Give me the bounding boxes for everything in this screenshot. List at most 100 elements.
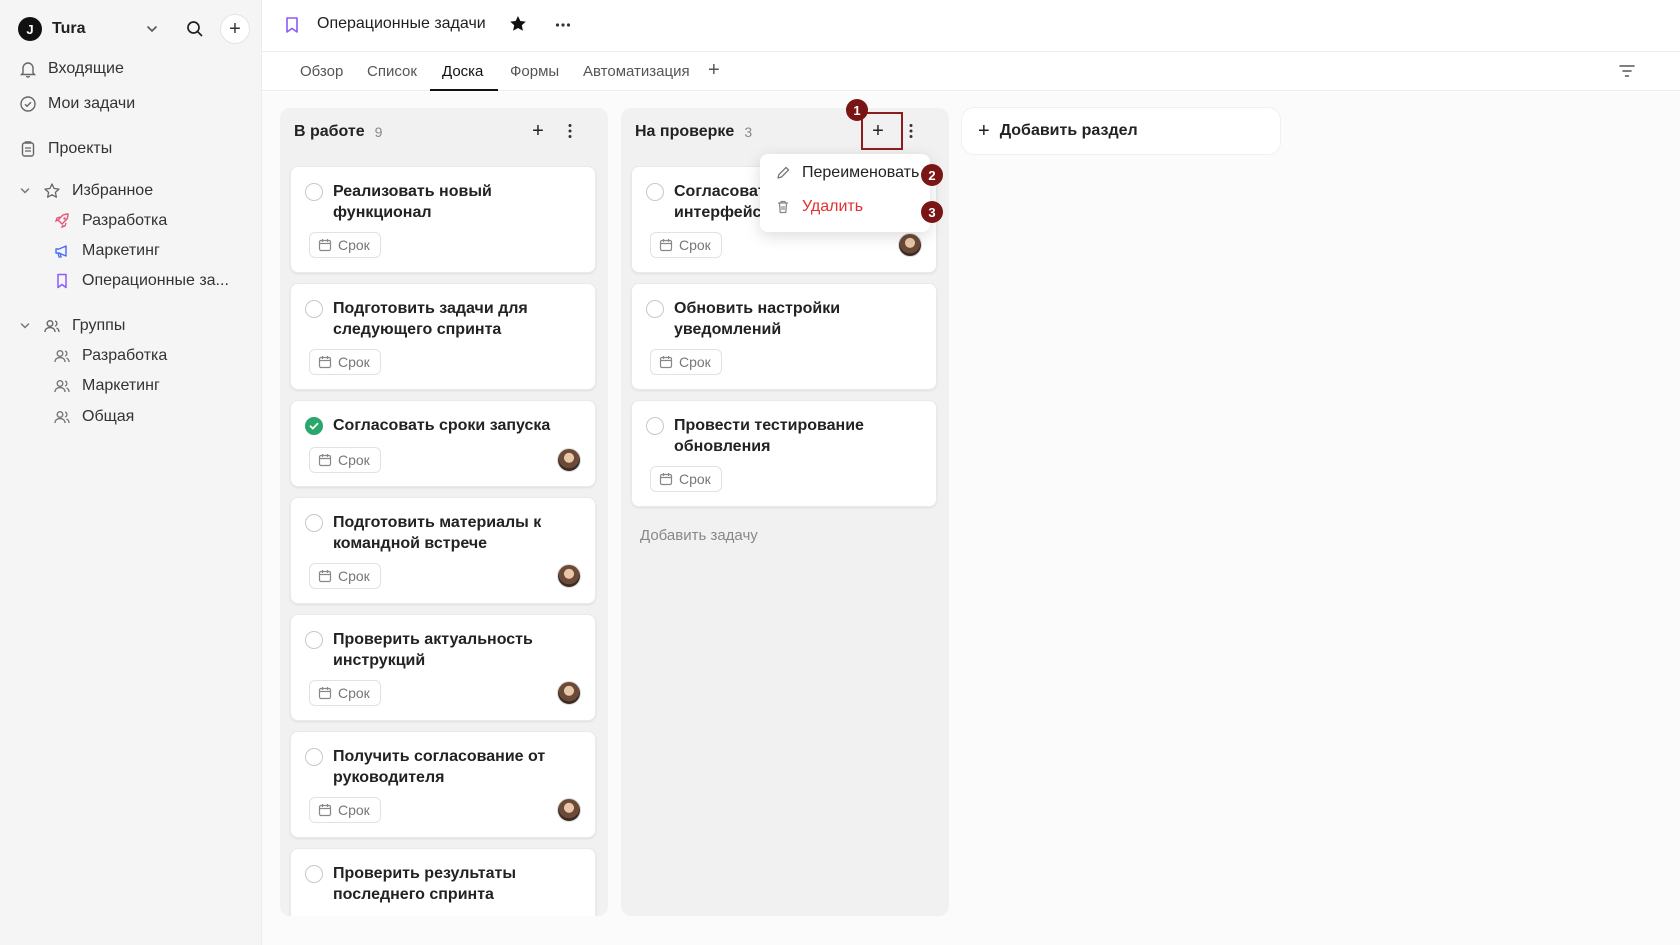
- task-checkbox-checked[interactable]: [305, 417, 323, 435]
- due-date-button[interactable]: Срок: [309, 680, 381, 706]
- add-tab-button[interactable]: +: [708, 59, 720, 82]
- add-section-button[interactable]: + Добавить раздел: [962, 108, 1280, 154]
- task-card[interactable]: Обновить настройки уведомлений Срок: [631, 283, 937, 390]
- due-date-button[interactable]: Срок: [650, 466, 722, 492]
- task-checkbox[interactable]: [646, 300, 664, 318]
- favorites-section-toggle[interactable]: Избранное: [18, 177, 153, 205]
- delete-menu-item[interactable]: Удалить: [774, 198, 863, 216]
- task-checkbox[interactable]: [646, 417, 664, 435]
- column-more-icon[interactable]: [560, 118, 580, 144]
- highlight-box: [861, 112, 903, 150]
- sidebar-item-label: Разработка: [82, 347, 168, 364]
- bookmark-icon: [52, 271, 72, 291]
- task-card[interactable]: Получить согласование от руководителя Ср…: [290, 731, 596, 838]
- rename-label: Переименовать: [802, 164, 920, 181]
- add-task-button[interactable]: Добавить задачу: [640, 527, 758, 544]
- tab-automation[interactable]: Автоматизация: [583, 63, 690, 80]
- rename-menu-item[interactable]: Переименовать: [774, 164, 919, 182]
- due-label: Срок: [338, 685, 370, 701]
- task-card[interactable]: Подготовить материалы к командной встреч…: [290, 497, 596, 604]
- tab-forms[interactable]: Формы: [510, 63, 559, 80]
- sidebar-item-my-tasks[interactable]: Мои задачи: [18, 90, 135, 118]
- step-badge-3: 3: [921, 201, 943, 223]
- favorites-label: Избранное: [72, 182, 154, 199]
- check-circle-icon: [18, 94, 38, 114]
- task-title: Подготовить задачи для следующего спринт…: [333, 300, 528, 338]
- task-card[interactable]: Реализовать новый функционал Срок: [290, 166, 596, 273]
- chevron-down-icon[interactable]: [142, 19, 162, 39]
- sidebar-item-favorite-marketing[interactable]: Маркетинг: [52, 237, 160, 265]
- task-checkbox[interactable]: [305, 300, 323, 318]
- filter-icon[interactable]: [1618, 63, 1636, 84]
- sidebar-item-group-marketing[interactable]: Маркетинг: [52, 372, 160, 400]
- sidebar-item-inbox[interactable]: Входящие: [18, 55, 124, 83]
- star-icon[interactable]: [508, 14, 528, 40]
- task-checkbox[interactable]: [305, 183, 323, 201]
- due-label: Срок: [679, 237, 711, 253]
- task-card[interactable]: Провести тестирование обновления Срок: [631, 400, 937, 507]
- sidebar-item-favorite-operations[interactable]: Операционные за...: [52, 267, 229, 295]
- task-card[interactable]: Согласовать сроки запуска Срок: [290, 400, 596, 487]
- calendar-icon: [318, 453, 332, 467]
- clipboard-icon: [18, 139, 38, 159]
- assignee-avatar[interactable]: [898, 233, 922, 257]
- add-section-label: Добавить раздел: [999, 122, 1138, 139]
- due-date-button[interactable]: Срок: [650, 349, 722, 375]
- add-card-button[interactable]: +: [525, 118, 551, 144]
- users-icon: [42, 316, 62, 336]
- sidebar-item-label: Маркетинг: [82, 377, 160, 394]
- calendar-icon: [318, 686, 332, 700]
- users-icon: [52, 407, 72, 427]
- task-checkbox[interactable]: [305, 514, 323, 532]
- due-label: Срок: [679, 471, 711, 487]
- task-title: Провести тестирование обновления: [674, 417, 864, 455]
- task-card[interactable]: Подготовить задачи для следующего спринт…: [290, 283, 596, 390]
- delete-label: Удалить: [802, 198, 864, 215]
- tab-overview[interactable]: Обзор: [300, 63, 343, 80]
- task-checkbox[interactable]: [305, 748, 323, 766]
- column-header[interactable]: На проверке 3: [635, 123, 752, 141]
- create-button[interactable]: +: [220, 14, 250, 44]
- sidebar-item-label: Операционные за...: [82, 272, 229, 289]
- workspace-switcher[interactable]: J Tura +: [18, 10, 252, 48]
- task-title: Согласоват интерфейса: [674, 183, 771, 221]
- workspace-name: Tura: [52, 20, 86, 37]
- task-title: Получить согласование от руководителя: [333, 748, 546, 786]
- task-checkbox[interactable]: [305, 865, 323, 883]
- calendar-icon: [659, 355, 673, 369]
- tab-board[interactable]: Доска: [442, 63, 483, 80]
- calendar-icon: [318, 569, 332, 583]
- due-date-button[interactable]: Срок: [309, 797, 381, 823]
- groups-section-toggle[interactable]: Группы: [18, 312, 125, 340]
- due-date-button[interactable]: Срок: [309, 349, 381, 375]
- task-card[interactable]: Проверить актуальность инструкций Срок: [290, 614, 596, 721]
- assignee-avatar[interactable]: [557, 681, 581, 705]
- more-options-icon[interactable]: [554, 12, 572, 35]
- sidebar-item-favorite-development[interactable]: Разработка: [52, 207, 167, 235]
- due-date-button[interactable]: Срок: [309, 563, 381, 589]
- sidebar-item-label: Разработка: [82, 212, 168, 229]
- due-label: Срок: [338, 452, 370, 468]
- search-icon[interactable]: [182, 16, 208, 42]
- bell-icon: [18, 59, 38, 79]
- sidebar-item-group-general[interactable]: Общая: [52, 403, 134, 431]
- due-label: Срок: [338, 568, 370, 584]
- due-date-button[interactable]: Срок: [309, 447, 381, 473]
- sidebar-item-projects[interactable]: Проекты: [18, 135, 112, 163]
- step-badge-2: 2: [921, 164, 943, 186]
- sidebar-item-group-development[interactable]: Разработка: [52, 342, 167, 370]
- assignee-avatar[interactable]: [557, 564, 581, 588]
- assignee-avatar[interactable]: [557, 798, 581, 822]
- tab-list[interactable]: Список: [367, 63, 417, 80]
- column-more-icon[interactable]: [901, 118, 921, 144]
- assignee-avatar[interactable]: [557, 448, 581, 472]
- due-label: Срок: [338, 354, 370, 370]
- task-checkbox[interactable]: [646, 183, 664, 201]
- task-checkbox[interactable]: [305, 631, 323, 649]
- calendar-icon: [318, 803, 332, 817]
- column-header[interactable]: В работе 9: [294, 123, 382, 141]
- task-card[interactable]: Проверить результаты последнего спринта: [290, 848, 596, 916]
- due-date-button[interactable]: Срок: [650, 232, 722, 258]
- users-icon: [52, 346, 72, 366]
- due-date-button[interactable]: Срок: [309, 232, 381, 258]
